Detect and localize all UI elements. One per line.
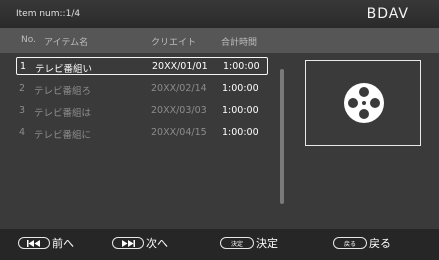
item-total-time: 1:00:00 — [222, 105, 259, 116]
enter-button[interactable]: 決定 決定 — [220, 235, 278, 251]
enter-label: 決定 — [256, 237, 278, 250]
item-name: テレビ番組い — [35, 64, 93, 75]
scrollbar[interactable] — [280, 69, 284, 204]
item-count: Item num::1/4 — [16, 9, 81, 19]
back-button[interactable]: 戻る 戻る — [333, 235, 391, 251]
column-total-time: 合計時間 — [221, 38, 258, 48]
list-item[interactable]: 1 テレビ番組い 20XX/01/01 1:00:00 — [16, 57, 268, 75]
skip-back-icon — [18, 237, 50, 249]
item-no: 3 — [19, 105, 26, 116]
back-label: 戻る — [369, 237, 391, 250]
list-item[interactable]: 3 テレビ番組は 20XX/03/03 1:00:00 — [16, 101, 268, 119]
item-total-time: 1:00:00 — [222, 127, 259, 138]
skip-forward-icon — [112, 237, 144, 249]
item-created: 20XX/01/01 — [152, 61, 208, 72]
column-item-name: アイテム名 — [44, 38, 89, 48]
previous-label: 前へ — [52, 237, 74, 250]
column-header: No. アイテム名 クリエイト 合計時間 — [0, 28, 439, 53]
item-total-time: 1:00:00 — [223, 61, 260, 72]
item-no: 4 — [19, 127, 26, 138]
item-total-time: 1:00:00 — [222, 83, 259, 94]
film-reel-icon — [344, 83, 384, 123]
item-name: テレビ番組ろ — [34, 86, 92, 97]
top-bar: Item num::1/4 BDAV — [0, 0, 439, 28]
enter-key: 決定 — [220, 237, 254, 249]
column-created: クリエイト — [151, 38, 197, 48]
item-name: テレビ番組は — [34, 108, 92, 119]
thumbnail-preview — [305, 60, 421, 146]
back-key: 戻る — [333, 237, 367, 249]
item-created: 20XX/04/15 — [151, 127, 207, 138]
previous-button[interactable]: 前へ — [18, 235, 74, 251]
column-no: No. — [21, 35, 36, 45]
item-name: テレビ番組に — [34, 130, 92, 141]
next-button[interactable]: 次へ — [112, 235, 168, 251]
item-created: 20XX/02/14 — [151, 83, 207, 94]
bottom-bar: 前へ 次へ 決定 決定 戻る 戻る — [0, 229, 439, 260]
list-item[interactable]: 2 テレビ番組ろ 20XX/02/14 1:00:00 — [16, 79, 268, 97]
list-item[interactable]: 4 テレビ番組に 20XX/04/15 1:00:00 — [16, 123, 268, 141]
mode-label: BDAV — [366, 6, 409, 22]
item-no: 1 — [20, 61, 27, 72]
item-list: 1 テレビ番組い 20XX/01/01 1:00:00 2 テレビ番組ろ 20X… — [0, 53, 300, 231]
next-label: 次へ — [146, 237, 168, 250]
item-no: 2 — [19, 83, 26, 94]
item-created: 20XX/03/03 — [151, 105, 207, 116]
